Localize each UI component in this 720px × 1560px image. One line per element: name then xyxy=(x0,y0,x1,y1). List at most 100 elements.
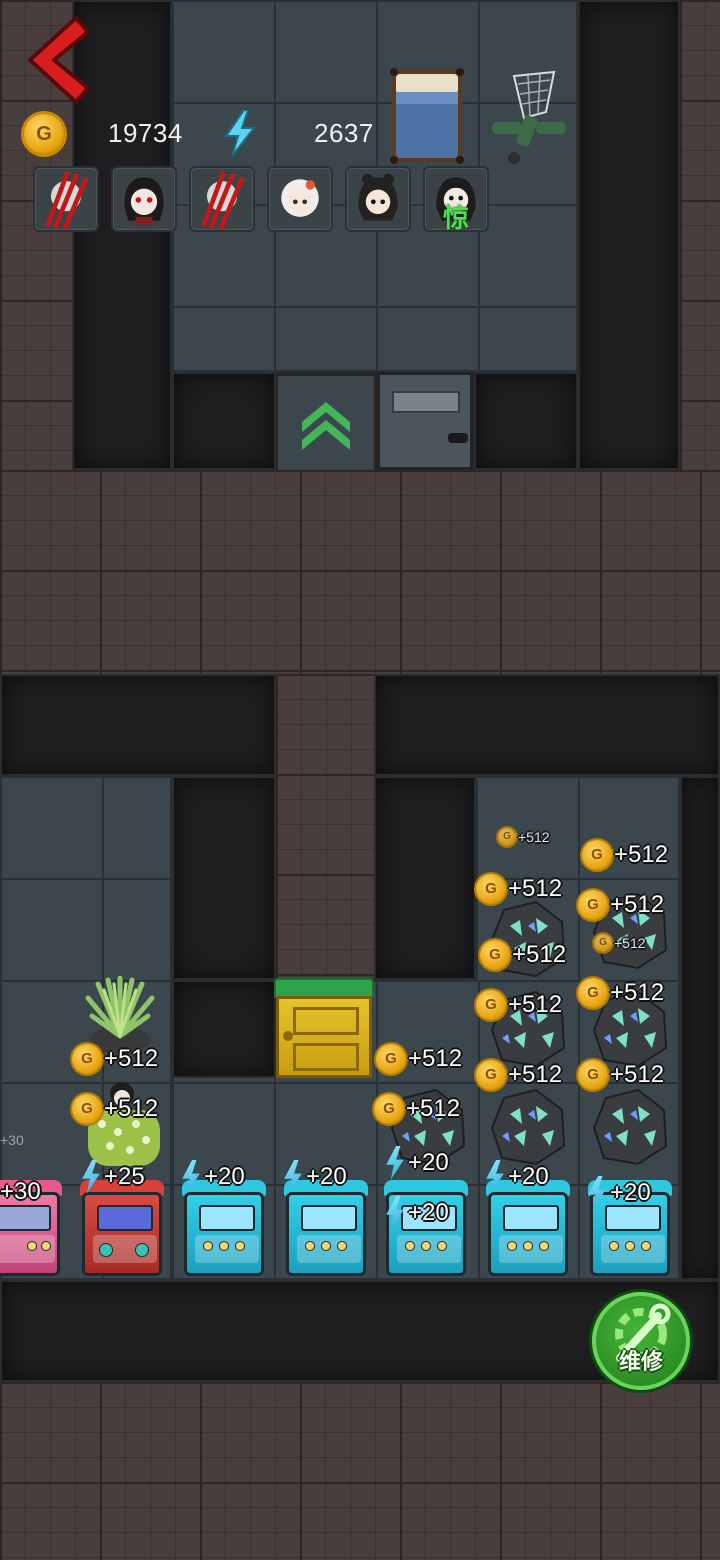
wall-middle-right xyxy=(374,674,720,776)
brick-floor-right-column xyxy=(680,0,720,470)
arcade-button xyxy=(337,1241,347,1251)
arcade-button xyxy=(321,1241,331,1251)
bed[interactable] xyxy=(388,66,466,166)
door-window xyxy=(392,391,460,413)
arcade-screen xyxy=(301,1205,357,1231)
gold-gain-label: G +512 xyxy=(374,1094,460,1124)
arcade-button xyxy=(625,1241,635,1251)
arcade-button xyxy=(99,1243,113,1257)
gold-coin-icon: G xyxy=(376,1044,406,1074)
energy-bolt-icon xyxy=(486,1160,504,1194)
gold-coin-icon: G xyxy=(374,1094,404,1124)
energy-gain-label: +20 xyxy=(384,1146,449,1180)
arcade-button xyxy=(305,1241,315,1251)
gold-gain-label: G +512 xyxy=(72,1094,158,1124)
gold-coin-icon: G xyxy=(578,890,608,920)
gold-coin-icon: G xyxy=(72,1044,102,1074)
arcade-button xyxy=(523,1241,533,1251)
arcade-screen xyxy=(503,1205,559,1231)
energy-gain-label: +20 xyxy=(384,1196,449,1230)
claw-marks-portrait[interactable] xyxy=(189,166,255,232)
gold-gain-label: G +512 xyxy=(476,1060,562,1090)
energy-bolt-icon xyxy=(386,1196,404,1230)
arcade-machine[interactable] xyxy=(486,1180,570,1276)
gold-gain-label: G +512 xyxy=(480,940,566,970)
gold-coin-icon: G xyxy=(476,874,506,904)
crystal-ore[interactable] xyxy=(586,1084,672,1168)
wall-door-left xyxy=(172,980,276,1078)
ghost-girl-face-icon xyxy=(124,177,164,225)
arcade-button xyxy=(41,1241,51,1251)
arcade-screen xyxy=(97,1205,153,1231)
gold-gain-label: G +512 xyxy=(594,934,646,952)
arcade-button xyxy=(421,1241,431,1251)
gold-gain-label: G +512 xyxy=(578,890,664,920)
arcade-button xyxy=(507,1241,517,1251)
gold-door[interactable] xyxy=(276,996,372,1078)
door-handle xyxy=(283,1031,293,1041)
gold-gain-label: G +512 xyxy=(498,828,550,846)
arcade-button xyxy=(405,1241,415,1251)
gold-coin-icon: G xyxy=(578,978,608,1008)
top-room-door[interactable] xyxy=(377,372,473,470)
wall-top-left-lower xyxy=(172,372,276,470)
arcade-button xyxy=(539,1241,549,1251)
energy-bolt-icon xyxy=(386,1146,404,1180)
gold-coin-icon: G xyxy=(476,990,506,1020)
gold-coin-icon: G xyxy=(594,934,612,952)
door-panel xyxy=(293,1007,359,1035)
gold-gain-label: G +512 xyxy=(376,1044,462,1074)
door-panel xyxy=(293,1043,359,1071)
arcade-screen xyxy=(0,1205,51,1231)
white-hair-girl-portrait[interactable] xyxy=(267,166,333,232)
energy-bolt-icon xyxy=(82,1160,100,1194)
arcade-button xyxy=(641,1241,651,1251)
back-arrow-icon[interactable] xyxy=(22,14,98,106)
wall-top-right xyxy=(578,0,680,470)
brick-corridor-middle xyxy=(0,470,720,674)
arcade-machine[interactable] xyxy=(284,1180,368,1276)
arcade-button xyxy=(437,1241,447,1251)
butterfly-net-item[interactable] xyxy=(484,66,574,166)
arcade-machine[interactable] xyxy=(80,1180,164,1276)
energy-bolt-icon xyxy=(588,1176,606,1210)
repair-button[interactable]: 维修 xyxy=(592,1292,690,1390)
crystal-ore[interactable] xyxy=(484,1084,570,1168)
gold-gain-label: G +512 xyxy=(476,874,562,904)
energy-bolt-icon xyxy=(182,1160,200,1194)
energy-gain-label: +20 xyxy=(484,1160,549,1194)
repair-label: 维修 xyxy=(618,1349,663,1374)
energy-bolt-icon xyxy=(224,110,256,156)
gold-coin-icon: G xyxy=(498,828,516,846)
scared-status-badge: 惊 xyxy=(443,203,470,232)
gold-gain-label: G +512 xyxy=(578,978,664,1008)
gold-coin-icon: G xyxy=(480,940,510,970)
arcade-cabinet xyxy=(488,1192,568,1276)
arcade-button xyxy=(235,1241,245,1251)
gold-gain-label: G +512 xyxy=(476,990,562,1020)
arcade-button xyxy=(135,1243,149,1257)
gold-gain-label: G +512 xyxy=(578,1060,664,1090)
arcade-cabinet xyxy=(82,1192,162,1276)
green-marked-girl-portrait[interactable]: 惊 xyxy=(423,166,489,232)
energy-gain-label: +30 xyxy=(0,1132,24,1148)
arcade-cabinet xyxy=(286,1192,366,1276)
ghost-girl-portrait[interactable] xyxy=(111,166,177,232)
door-health-bar xyxy=(274,978,374,998)
arcade-cabinet xyxy=(184,1192,264,1276)
arcade-button xyxy=(609,1241,619,1251)
gold-amount: 19734 xyxy=(108,118,183,148)
character-portrait-bar: 惊 xyxy=(33,166,489,232)
gold-coin-icon: G xyxy=(72,1094,102,1124)
wall-center-right xyxy=(374,776,476,980)
claw-marks-portrait[interactable] xyxy=(33,166,99,232)
door-handle xyxy=(448,433,468,443)
arcade-machine[interactable] xyxy=(182,1180,266,1276)
brick-floor-bottom xyxy=(0,1382,720,1560)
upgrade-arrow-icon[interactable] xyxy=(278,376,374,470)
gold-gain-label: G +512 xyxy=(582,840,668,870)
wall-right-edge xyxy=(680,776,720,1280)
energy-bolt-icon xyxy=(284,1160,302,1194)
dark-hair-girl-portrait[interactable] xyxy=(345,166,411,232)
energy-gain-label: +20 xyxy=(586,1176,651,1210)
